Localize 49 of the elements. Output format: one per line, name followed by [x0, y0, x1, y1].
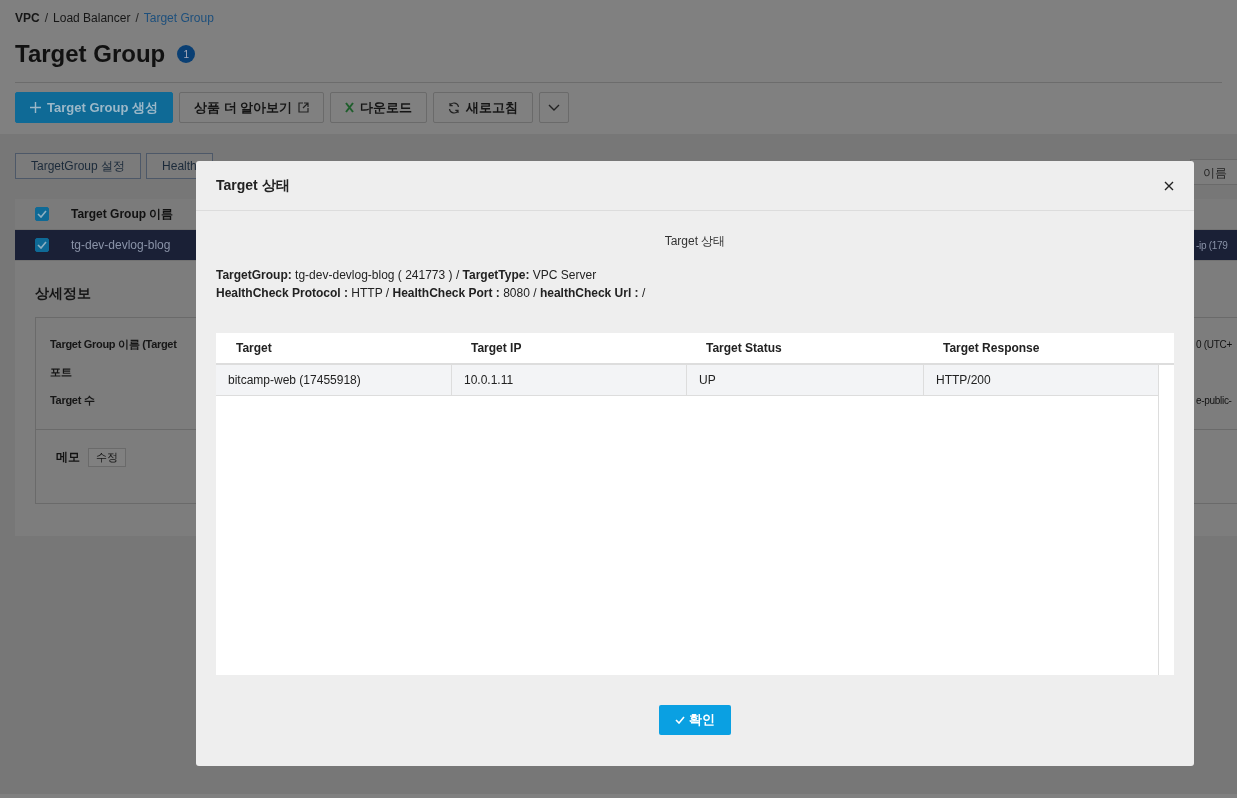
external-link-icon: [298, 102, 310, 113]
caption: Target 상태: [663, 233, 727, 250]
check-icon: [37, 241, 47, 249]
breadcrumb-separator: /: [135, 11, 139, 25]
table-cell: tg-dev-devlog-blog: [71, 238, 171, 252]
refresh-icon: [448, 101, 461, 114]
info-text: HealthCheck Protocol : HTTP / HealthCheck Port : 8080 / healthCheck Url : /: [216, 285, 647, 302]
check-icon: [37, 210, 47, 218]
field-label: 메모: [56, 449, 80, 466]
column-header: Target Status: [705, 341, 783, 355]
page-title: Target Group: [15, 40, 166, 68]
field-label: 포트: [50, 364, 72, 380]
excel-icon: [345, 102, 355, 113]
table-cell: 10.0.1.11: [451, 365, 686, 395]
section-title: 상세정보: [35, 285, 91, 303]
field-value: e-public-: [1196, 394, 1233, 406]
toolbar-button[interactable]: 상품 더 알아보기: [179, 92, 325, 123]
breadcrumb-link[interactable]: Load Balancer: [53, 11, 131, 25]
checkbox[interactable]: [35, 238, 49, 252]
confirm-button[interactable]: 확인: [659, 705, 731, 735]
column-header: Target IP: [470, 341, 523, 355]
checkbox[interactable]: [35, 207, 49, 221]
table-cell: UP: [686, 365, 923, 395]
more-menu-button[interactable]: [539, 92, 570, 123]
chevron-down-icon: [548, 104, 561, 111]
field-label: Target Group 이름 (Target: [50, 336, 177, 352]
info-text: TargetGroup: tg-dev-devlog-blog ( 241773 ) / TargetType: VPC Server: [216, 267, 598, 284]
breadcrumb-link[interactable]: VPC: [15, 11, 40, 25]
table-cell: HTTP/200: [923, 365, 1158, 395]
close-icon: [1164, 180, 1174, 191]
field-value: 0 (UTC+: [1196, 338, 1233, 350]
field-label: Target 수: [50, 392, 95, 408]
column-header: Target Response: [942, 341, 1041, 355]
column-header: Target: [235, 341, 273, 355]
plus-icon: [30, 102, 41, 113]
check-icon: [675, 716, 685, 724]
table-cell-text: -ip (179: [1196, 239, 1229, 251]
toolbar-button[interactable]: 다운로드: [330, 92, 428, 123]
close-button[interactable]: [1164, 180, 1174, 191]
dialog-title: Target 상태: [216, 176, 290, 195]
filter-select[interactable]: 이름: [1190, 159, 1237, 185]
action-button[interactable]: TargetGroup 설정: [15, 153, 142, 179]
breadcrumb-separator: /: [44, 11, 49, 25]
column-header[interactable]: Target Group 이름: [71, 205, 174, 223]
count-badge: 1: [177, 45, 196, 63]
table-cell-text: bitcamp-web (17455918): [227, 372, 362, 389]
toolbar-button[interactable]: 새로고침: [433, 92, 534, 123]
edit-button[interactable]: 수정: [88, 448, 126, 467]
create-button[interactable]: Target Group 생성: [15, 92, 173, 123]
